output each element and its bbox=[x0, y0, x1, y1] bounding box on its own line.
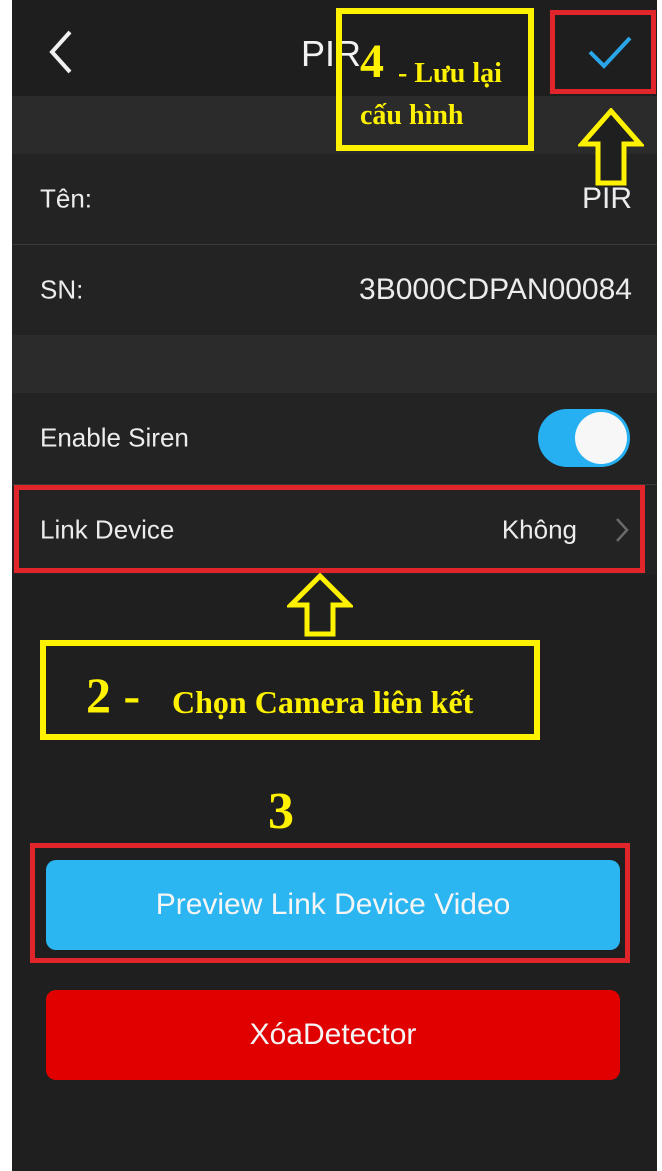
sn-value: 3B000CDPAN00084 bbox=[359, 273, 632, 306]
name-value: PIR bbox=[581, 182, 632, 215]
highlight-preview-box bbox=[30, 843, 630, 963]
highlight-confirm-box bbox=[550, 10, 656, 94]
highlight-link-device-box bbox=[14, 485, 645, 573]
delete-detector-button[interactable]: XóaDetector bbox=[46, 990, 620, 1080]
arrow-up-icon bbox=[578, 108, 644, 186]
section-gap bbox=[12, 335, 657, 393]
step4-number: 4 bbox=[360, 35, 384, 88]
siren-toggle[interactable] bbox=[538, 409, 630, 467]
step2-text: Chọn Camera liên kết bbox=[172, 684, 474, 720]
name-row: Tên: PIR bbox=[12, 154, 657, 244]
step3-number: 3 bbox=[268, 783, 294, 840]
toggle-knob bbox=[575, 412, 627, 464]
step4-text-line2: cấu hình bbox=[360, 100, 464, 131]
siren-row: Enable Siren bbox=[12, 393, 657, 483]
step2-note-box: 2 - Chọn Camera liên kết bbox=[40, 640, 540, 740]
step2-number: 2 - bbox=[86, 667, 141, 723]
sn-row: SN: 3B000CDPAN00084 bbox=[12, 245, 657, 335]
arrow-up-icon bbox=[287, 573, 353, 637]
name-label: Tên: bbox=[40, 183, 93, 214]
section-gap bbox=[12, 96, 657, 154]
step4-note-box: 4 - Lưu lại cấu hình bbox=[336, 8, 534, 151]
chevron-left-icon[interactable] bbox=[42, 26, 82, 78]
sn-label: SN: bbox=[40, 274, 84, 305]
siren-label: Enable Siren bbox=[40, 422, 189, 453]
step4-text-line1: - Lưu lại bbox=[398, 58, 502, 89]
